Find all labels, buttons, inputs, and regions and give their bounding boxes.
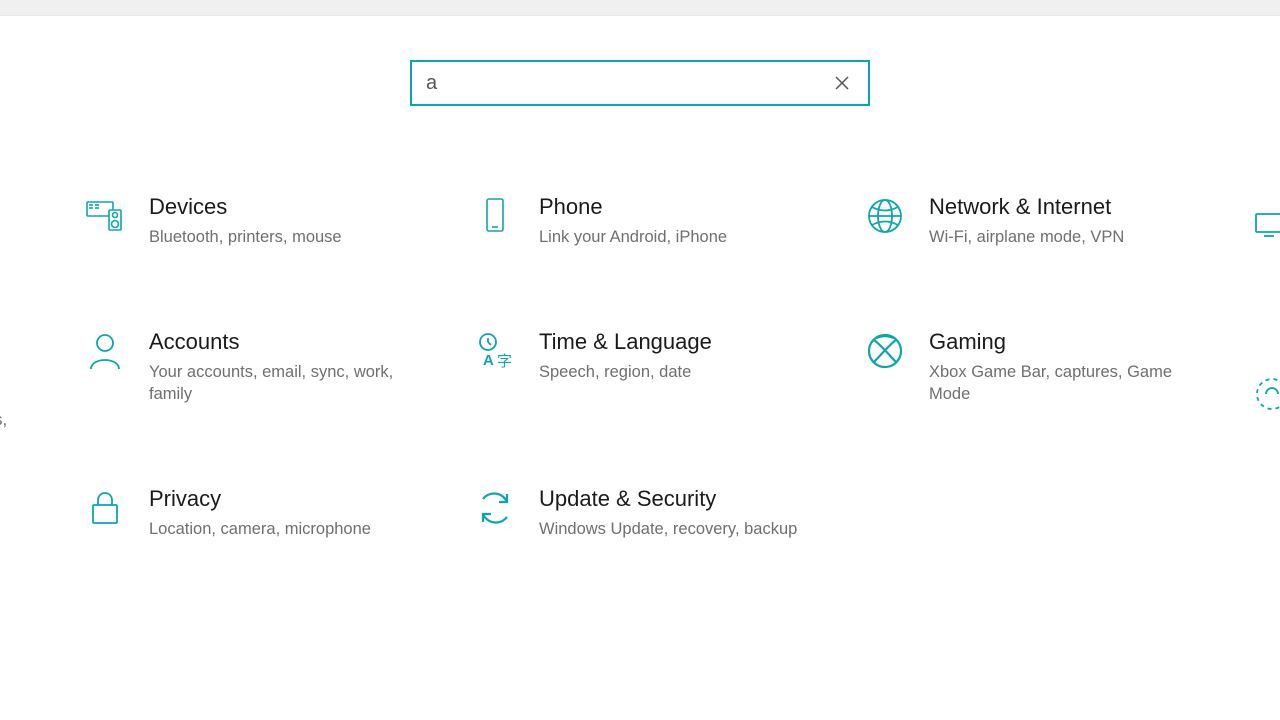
category-desc: Wi-Fi, airplane mode, VPN bbox=[929, 226, 1124, 248]
category-title: Time & Language bbox=[539, 329, 712, 355]
globe-icon bbox=[865, 196, 905, 236]
category-desc: Bluetooth, printers, mouse bbox=[149, 226, 342, 248]
category-privacy[interactable]: Privacy Location, camera, microphone bbox=[85, 486, 465, 541]
category-title: Update & Security bbox=[539, 486, 797, 512]
category-text: Time & Language Speech, region, date bbox=[539, 329, 712, 384]
partial-category-icon bbox=[1252, 374, 1280, 419]
category-network[interactable]: Network & Internet Wi-Fi, airplane mode,… bbox=[865, 194, 1245, 249]
category-title: Gaming bbox=[929, 329, 1189, 355]
category-update-security[interactable]: Update & Security Windows Update, recove… bbox=[475, 486, 855, 541]
category-text: Phone Link your Android, iPhone bbox=[539, 194, 727, 249]
category-text: Privacy Location, camera, microphone bbox=[149, 486, 371, 541]
category-desc: Speech, region, date bbox=[539, 361, 712, 383]
lock-icon bbox=[85, 488, 125, 528]
xbox-icon bbox=[865, 331, 905, 371]
category-title: Network & Internet bbox=[929, 194, 1124, 220]
search-container bbox=[0, 60, 1280, 106]
category-text: Devices Bluetooth, printers, mouse bbox=[149, 194, 342, 249]
time-language-icon: A 字 bbox=[475, 331, 515, 371]
category-text: Update & Security Windows Update, recove… bbox=[539, 486, 797, 541]
app-header-bar bbox=[0, 0, 1280, 16]
svg-text:A: A bbox=[483, 352, 494, 369]
category-gaming[interactable]: Gaming Xbox Game Bar, captures, Game Mod… bbox=[865, 329, 1245, 406]
close-icon bbox=[834, 75, 850, 91]
category-time-language[interactable]: A 字 Time & Language Speech, region, date bbox=[475, 329, 855, 406]
partial-text-left: s, bbox=[0, 410, 7, 430]
category-title: Devices bbox=[149, 194, 342, 220]
settings-categories-grid: Devices Bluetooth, printers, mouse Phone… bbox=[0, 194, 1280, 540]
devices-icon bbox=[85, 196, 125, 236]
category-desc: Link your Android, iPhone bbox=[539, 226, 727, 248]
person-icon bbox=[85, 331, 125, 371]
category-text: Gaming Xbox Game Bar, captures, Game Mod… bbox=[929, 329, 1189, 406]
category-title: Phone bbox=[539, 194, 727, 220]
phone-icon bbox=[475, 196, 515, 236]
category-title: Privacy bbox=[149, 486, 371, 512]
search-input[interactable] bbox=[424, 71, 828, 96]
search-box[interactable] bbox=[410, 60, 870, 106]
clear-search-button[interactable] bbox=[828, 69, 856, 97]
category-phone[interactable]: Phone Link your Android, iPhone bbox=[475, 194, 855, 249]
partial-category-icon bbox=[1252, 206, 1280, 251]
sync-icon bbox=[475, 488, 515, 528]
category-accounts[interactable]: Accounts Your accounts, email, sync, wor… bbox=[85, 329, 465, 406]
svg-text:字: 字 bbox=[497, 353, 512, 370]
category-devices[interactable]: Devices Bluetooth, printers, mouse bbox=[85, 194, 465, 249]
category-desc: Xbox Game Bar, captures, Game Mode bbox=[929, 361, 1189, 406]
category-desc: Your accounts, email, sync, work, family bbox=[149, 361, 409, 406]
category-text: Network & Internet Wi-Fi, airplane mode,… bbox=[929, 194, 1124, 249]
category-desc: Location, camera, microphone bbox=[149, 518, 371, 540]
category-desc: Windows Update, recovery, backup bbox=[539, 518, 797, 540]
category-text: Accounts Your accounts, email, sync, wor… bbox=[149, 329, 409, 406]
category-title: Accounts bbox=[149, 329, 409, 355]
